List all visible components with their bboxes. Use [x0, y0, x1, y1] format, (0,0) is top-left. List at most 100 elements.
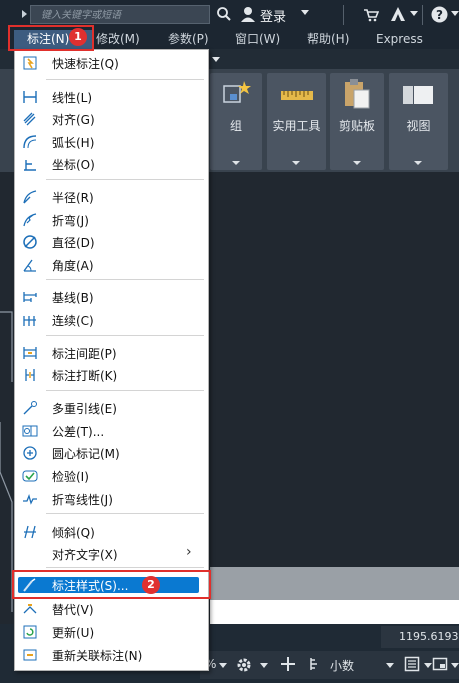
submenu-arrow-icon: › [186, 544, 192, 560]
ribbon-view-label: 视图 [406, 119, 431, 133]
ribbon-collapse-icon[interactable] [212, 57, 220, 62]
linear-dimension-icon [22, 89, 38, 105]
menu-express[interactable]: Express [376, 30, 423, 49]
menu-item-quick-dimension[interactable]: 快速标注(Q) [14, 52, 209, 74]
dropdown-arrow-icon[interactable] [301, 10, 309, 15]
menu-item-label: 半径(R) [52, 191, 94, 205]
menu-item-label: 检验(I) [52, 470, 89, 484]
menu-item-ordinate[interactable]: 坐标(O) [14, 153, 209, 175]
menu-separator [46, 390, 204, 391]
menu-item-inspection[interactable]: 检验(I) [14, 465, 209, 487]
override-icon [22, 601, 38, 617]
command-line[interactable] [210, 600, 459, 624]
reassociate-icon [22, 647, 38, 663]
dropdown-arrow-icon[interactable] [451, 11, 459, 16]
dropdown-arrow-icon[interactable] [219, 663, 227, 668]
menu-parametric[interactable]: 参数(P) [168, 30, 209, 49]
viewport-icon[interactable] [432, 656, 448, 672]
annotation-step-2: 2 [142, 576, 160, 594]
menu-item-diameter[interactable]: 直径(D) [14, 231, 209, 253]
menu-item-multileader[interactable]: 多重引线(E) [14, 397, 209, 419]
dropdown-arrow-icon[interactable] [386, 663, 394, 668]
menu-item-radius[interactable]: 半径(R) [14, 186, 209, 208]
menu-item-update[interactable]: 更新(U) [14, 621, 209, 643]
plus-icon[interactable] [280, 656, 296, 672]
menu-separator [46, 513, 204, 514]
units-selector[interactable]: 小数 [330, 657, 354, 674]
help-icon[interactable]: ? [431, 6, 448, 23]
menu-item-label: 折弯线性(J) [52, 493, 113, 507]
ribbon-view-dropdown-icon[interactable] [414, 161, 422, 165]
menu-modify[interactable]: 修改(M) [96, 30, 140, 49]
ribbon-clipboard-dropdown-icon[interactable] [353, 161, 361, 165]
view-icon [402, 82, 434, 108]
user-icon[interactable] [240, 6, 256, 22]
dropdown-arrow-icon[interactable] [424, 663, 432, 668]
menu-item-label: 多重引线(E) [52, 402, 117, 416]
units-icon [309, 657, 321, 671]
menu-separator [46, 79, 204, 80]
autodesk-a360-icon[interactable] [389, 6, 407, 22]
menu-item-dimension-break[interactable]: 标注打断(K) [14, 364, 209, 386]
menu-item-oblique[interactable]: 倾斜(Q) [14, 521, 209, 543]
divider [343, 5, 344, 25]
ribbon-utilities-label: 实用工具 [272, 119, 321, 133]
menu-separator [46, 567, 204, 568]
inspection-icon [22, 468, 38, 484]
dropdown-arrow-icon[interactable] [410, 11, 418, 16]
menu-item-label: 对齐(G) [52, 113, 95, 127]
menu-item-linear-dimension[interactable]: 线性(L) [14, 86, 209, 108]
tolerance-icon [22, 423, 38, 439]
gear-icon[interactable] [236, 657, 252, 673]
menu-item-label: 线性(L) [52, 91, 93, 105]
menu-item-jogged[interactable]: 折弯(J) [14, 209, 209, 231]
menu-item-arc-length[interactable]: 弧长(H) [14, 131, 209, 153]
menu-item-reassociate[interactable]: 重新关联标注(N) [14, 644, 209, 666]
jogged-icon [22, 212, 38, 228]
menu-item-override[interactable]: 替代(V) [14, 598, 209, 620]
ribbon-group-dropdown-icon[interactable] [232, 161, 240, 165]
canvas-drawing-lines [0, 172, 14, 612]
menu-item-dimension-space[interactable]: 标注间距(P) [14, 342, 209, 364]
group-icon [222, 80, 252, 108]
divider [422, 5, 423, 25]
expand-arrow-icon[interactable] [22, 10, 27, 18]
menu-item-label: 快速标注(Q) [52, 57, 119, 71]
continue-icon [22, 312, 38, 328]
measure-ruler-icon [281, 88, 313, 102]
menu-item-label: 连续(C) [52, 314, 94, 328]
update-icon [22, 624, 38, 640]
menu-item-label: 公差(T)... [52, 425, 105, 439]
cart-icon[interactable] [363, 8, 380, 22]
menu-item-label: 角度(A) [52, 259, 94, 273]
arc-length-icon [22, 134, 38, 150]
menu-item-tolerance[interactable]: 公差(T)... [14, 420, 209, 442]
menu-separator [46, 179, 204, 180]
dropdown-arrow-icon[interactable] [260, 663, 268, 668]
aligned-dimension-icon [22, 111, 38, 127]
ribbon-utilities-dropdown-icon[interactable] [292, 161, 300, 165]
login-link[interactable]: 登录 [260, 6, 286, 25]
properties-icon[interactable] [404, 656, 420, 672]
menu-item-jogged-linear[interactable]: 折弯线性(J) [14, 488, 209, 510]
menu-item-center-mark[interactable]: 圆心标记(M) [14, 442, 209, 464]
dropdown-arrow-icon[interactable] [451, 663, 459, 668]
search-icon[interactable] [216, 6, 232, 22]
multileader-icon [22, 400, 38, 416]
menu-item-label: 重新关联标注(N) [52, 649, 143, 663]
command-area [210, 567, 459, 600]
menu-item-baseline[interactable]: 基线(B) [14, 286, 209, 308]
menu-item-angular[interactable]: 角度(A) [14, 254, 209, 276]
radius-icon [22, 189, 38, 205]
menu-item-label: 标注间距(P) [52, 347, 117, 361]
ribbon-group-label: 组 [229, 119, 242, 133]
annotation-box-style [12, 570, 211, 599]
menu-item-aligned-dimension[interactable]: 对齐(G) [14, 108, 209, 130]
menu-item-align-text[interactable]: 对齐文字(X) › [14, 543, 209, 565]
menu-item-label: 替代(V) [52, 603, 94, 617]
menu-window[interactable]: 窗口(W) [235, 30, 280, 49]
menu-help[interactable]: 帮助(H) [307, 30, 349, 49]
menu-item-label: 弧长(H) [52, 136, 95, 150]
menu-item-continue[interactable]: 连续(C) [14, 309, 209, 331]
search-input[interactable]: 键入关键字或短语 [30, 5, 210, 24]
